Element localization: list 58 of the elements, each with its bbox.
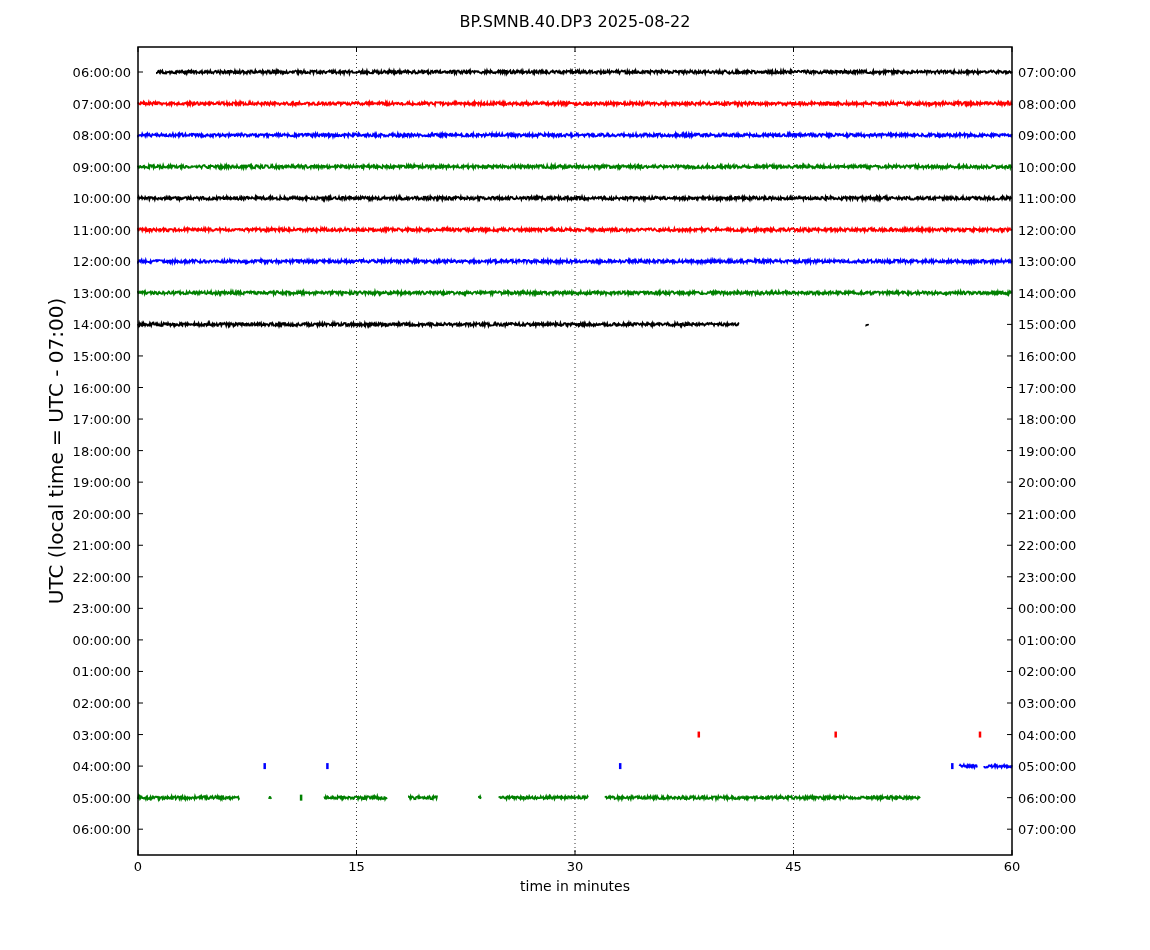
tick-label: 05:00:00 xyxy=(72,790,131,806)
tick-label: 12:00:00 xyxy=(72,254,131,270)
tick-label: 15:00:00 xyxy=(72,348,131,364)
tick-label: 19:00:00 xyxy=(72,475,131,491)
tick-label: 09:00:00 xyxy=(72,159,131,175)
tick-label: 00:00:00 xyxy=(72,632,131,648)
tick-label: 60 xyxy=(1003,859,1021,874)
tick-label: 10:00:00 xyxy=(1018,159,1077,175)
tick-label: 22:00:00 xyxy=(72,569,131,585)
tick-label: 05:00:00 xyxy=(1018,759,1077,775)
tick-label: 16:00:00 xyxy=(72,380,131,396)
tick-label: 06:00:00 xyxy=(72,65,131,80)
tick-label: 07:00:00 xyxy=(72,96,131,112)
tick-label: 04:00:00 xyxy=(1018,727,1077,743)
tick-label: 16:00:00 xyxy=(1018,348,1077,364)
tick-label: 18:00:00 xyxy=(1018,412,1077,428)
tick-label: 18:00:00 xyxy=(72,443,131,459)
tick-label: 03:00:00 xyxy=(1018,696,1077,711)
tick-label: 17:00:00 xyxy=(72,412,131,428)
tick-label: 23:00:00 xyxy=(1018,569,1077,585)
axis-label: UTC (local time = UTC - 07:00) xyxy=(44,297,68,605)
tick-label: 21:00:00 xyxy=(1018,506,1077,522)
tick-label: 13:00:00 xyxy=(1018,254,1077,270)
tick-label: 04:00:00 xyxy=(72,759,131,775)
tick-label: 00:00:00 xyxy=(1018,601,1077,617)
tick-label: 21:00:00 xyxy=(72,538,131,554)
tick-label: 45 xyxy=(785,859,802,874)
tick-label: 08:00:00 xyxy=(1018,96,1077,112)
tick-label: 11:00:00 xyxy=(72,222,131,238)
tick-label: 20:00:00 xyxy=(72,506,131,522)
tick-label: 14:00:00 xyxy=(72,317,131,333)
tick-label: 10:00:00 xyxy=(72,191,131,207)
tick-label: 17:00:00 xyxy=(1018,380,1077,396)
tick-label: 02:00:00 xyxy=(72,696,131,711)
tick-label: 08:00:00 xyxy=(72,128,131,144)
tick-label: 12:00:00 xyxy=(1018,222,1077,238)
tick-label: 30 xyxy=(566,859,584,874)
tick-label: 01:00:00 xyxy=(72,664,131,680)
tick-label: 13:00:00 xyxy=(72,285,131,301)
tick-label: 06:00:00 xyxy=(1018,790,1077,806)
tick-label: 20:00:00 xyxy=(1018,475,1077,491)
tick-label: 07:00:00 xyxy=(1018,822,1077,838)
tick-label: 07:00:00 xyxy=(1018,65,1077,80)
tick-label: 22:00:00 xyxy=(1018,538,1077,554)
axis-label: time in minutes xyxy=(520,878,630,894)
tick-label: 0 xyxy=(133,859,143,874)
tick-label: 01:00:00 xyxy=(1018,632,1077,648)
tick-label: 19:00:00 xyxy=(1018,443,1077,459)
tick-label: 09:00:00 xyxy=(1018,128,1077,144)
tick-label: 15:00:00 xyxy=(1018,317,1077,333)
plot-title: BP.SMNB.40.DP3 2025-08-22 xyxy=(459,12,691,31)
tick-label: 03:00:00 xyxy=(72,727,131,743)
tick-label: 15 xyxy=(348,859,365,874)
tick-label: 11:00:00 xyxy=(1018,191,1077,207)
tick-label: 06:00:00 xyxy=(72,822,131,838)
tick-label: 14:00:00 xyxy=(1018,285,1077,301)
tick-label: 02:00:00 xyxy=(1018,664,1077,680)
tick-label: 23:00:00 xyxy=(72,601,131,617)
